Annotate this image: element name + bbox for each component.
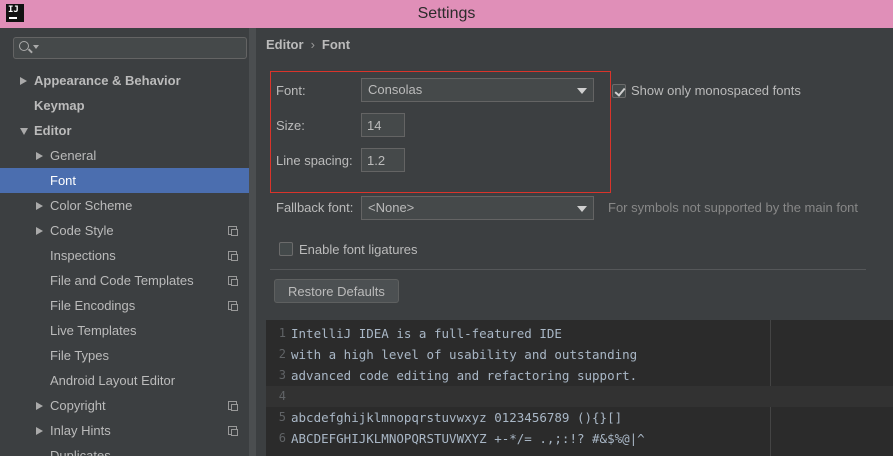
show-monospaced-label[interactable]: Show only monospaced fonts — [631, 83, 801, 98]
preview-text: abcdefghijklmnopqrstuvwxyz 0123456789 ()… — [291, 410, 623, 425]
sidebar-item-inspections[interactable]: Inspections — [0, 243, 249, 268]
fallback-font-label: Fallback font: — [276, 200, 354, 215]
expanded-arrow-icon[interactable] — [20, 128, 28, 135]
breadcrumb-separator: › — [310, 37, 315, 52]
line-number: 2 — [278, 347, 286, 361]
sidebar-item-label: Code Style — [50, 223, 114, 238]
breadcrumb-editor[interactable]: Editor — [266, 37, 304, 52]
sidebar-item-label: Font — [50, 173, 77, 188]
font-dropdown-value: Consolas — [368, 82, 423, 97]
sidebar-scrollbar[interactable] — [249, 28, 256, 456]
sidebar-item-keymap[interactable]: Keymap — [0, 93, 249, 118]
restore-defaults-button[interactable]: Restore Defaults — [274, 279, 399, 303]
line-number: 4 — [278, 389, 286, 403]
project-scope-icon — [228, 276, 238, 286]
collapsed-arrow-icon[interactable] — [20, 77, 27, 85]
preview-text: advanced code editing and refactoring su… — [291, 368, 638, 383]
project-scope-icon — [228, 426, 238, 436]
chevron-down-icon[interactable] — [33, 45, 39, 49]
collapsed-arrow-icon[interactable] — [36, 202, 43, 210]
sidebar-item-label: Duplicates — [50, 448, 111, 456]
font-label: Font: — [276, 83, 306, 98]
project-scope-icon — [228, 226, 238, 236]
preview-line: 4 — [266, 386, 893, 407]
font-ligatures-label[interactable]: Enable font ligatures — [299, 242, 418, 257]
dropdown-arrow-icon — [577, 88, 587, 94]
sidebar-item-label: Live Templates — [50, 323, 137, 338]
sidebar-item-label: File and Code Templates — [50, 273, 194, 288]
font-settings-panel: Editor › Font Font: Consolas Show only mon… — [256, 28, 893, 456]
sidebar-item-color-scheme[interactable]: Color Scheme — [0, 193, 249, 218]
title-bar: IJ Settings — [0, 0, 893, 28]
dropdown-arrow-icon — [577, 206, 587, 212]
preview-line: 3 advanced code editing and refactoring s… — [266, 365, 893, 386]
sidebar-item-label: File Encodings — [50, 298, 136, 313]
line-number: 5 — [278, 410, 286, 424]
project-scope-icon — [228, 301, 238, 311]
sidebar-item-label: Android Layout Editor — [50, 373, 176, 388]
size-label: Size: — [276, 118, 305, 133]
preview-line: 1 IntelliJ IDEA is a full-featured IDE — [266, 323, 893, 344]
breadcrumb: Editor › Font — [266, 37, 350, 52]
sidebar-item-file-and-code-templates[interactable]: File and Code Templates — [0, 268, 249, 293]
project-scope-icon — [228, 401, 238, 411]
sidebar-item-code-style[interactable]: Code Style — [0, 218, 249, 243]
sidebar-item-general[interactable]: General — [0, 143, 249, 168]
line-number: 3 — [278, 368, 286, 382]
fallback-font-hint: For symbols not supported by the main fo… — [608, 200, 859, 215]
preview-line: 5 abcdefghijklmnopqrstuvwxyz 0123456789 (… — [266, 407, 893, 428]
fallback-font-dropdown[interactable]: <None> — [361, 196, 594, 220]
breadcrumb-font: Font — [321, 37, 351, 52]
sidebar-item-appearance-behavior[interactable]: Appearance & Behavior — [0, 68, 249, 93]
sidebar-item-editor[interactable]: Editor — [0, 118, 249, 143]
sidebar-item-file-types[interactable]: File Types — [0, 343, 249, 368]
preview-line: 6 ABCDEFGHIJKLMNOPQRSTUVWXYZ +-*/= .,;:!?… — [266, 428, 893, 449]
preview-line: 2 with a high level of usability and outs… — [266, 344, 893, 365]
project-scope-icon — [228, 251, 238, 261]
sidebar-item-label: Keymap — [34, 98, 85, 113]
settings-search[interactable] — [13, 37, 247, 59]
line-spacing-input[interactable] — [361, 148, 405, 172]
sidebar-item-file-encodings[interactable]: File Encodings — [0, 293, 249, 318]
sidebar-item-font[interactable]: Font — [0, 168, 249, 193]
sidebar-item-label: Editor — [34, 123, 72, 138]
show-monospaced-checkbox[interactable] — [612, 84, 626, 98]
search-icon[interactable] — [19, 41, 29, 51]
sidebar-item-label: Appearance & Behavior — [34, 73, 181, 88]
fallback-font-value: <None> — [368, 200, 415, 215]
collapsed-arrow-icon[interactable] — [36, 402, 43, 410]
collapsed-arrow-icon[interactable] — [36, 227, 43, 235]
settings-sidebar: Appearance & Behavior Keymap Editor General… — [0, 28, 256, 456]
preview-text: ABCDEFGHIJKLMNOPQRSTUVWXYZ +-*/= .,;:!? … — [291, 431, 645, 446]
font-ligatures-checkbox[interactable] — [279, 242, 293, 256]
sidebar-item-android-layout-editor[interactable]: Android Layout Editor — [0, 368, 249, 393]
sidebar-item-live-templates[interactable]: Live Templates — [0, 318, 249, 343]
sidebar-item-label: General — [50, 148, 97, 163]
sidebar-item-label: Inspections — [50, 248, 116, 263]
font-preview-editor[interactable]: 1 IntelliJ IDEA is a full-featured IDE 2 wi… — [266, 320, 893, 456]
sidebar-item-label: Color Scheme — [50, 198, 133, 213]
preview-text: IntelliJ IDEA is a full-featured IDE — [291, 326, 562, 341]
size-input[interactable] — [361, 113, 405, 137]
collapsed-arrow-icon[interactable] — [36, 152, 43, 160]
search-input[interactable] — [42, 39, 242, 57]
sidebar-item-inlay-hints[interactable]: Inlay Hints — [0, 418, 249, 443]
section-divider — [270, 269, 866, 270]
font-dropdown[interactable]: Consolas — [361, 78, 594, 102]
line-number: 6 — [278, 431, 286, 445]
line-spacing-label: Line spacing: — [276, 153, 353, 168]
sidebar-item-label: Inlay Hints — [50, 423, 111, 438]
collapsed-arrow-icon[interactable] — [36, 427, 43, 435]
window-title: Settings — [417, 5, 476, 22]
sidebar-item-duplicates[interactable]: Duplicates — [0, 443, 249, 456]
sidebar-item-copyright[interactable]: Copyright — [0, 393, 249, 418]
sidebar-item-label: Copyright — [50, 398, 106, 413]
settings-tree: Appearance & Behavior Keymap Editor General… — [0, 68, 249, 456]
preview-text: with a high level of usability and outst… — [291, 347, 638, 362]
sidebar-item-label: File Types — [50, 348, 110, 363]
line-number: 1 — [278, 326, 286, 340]
